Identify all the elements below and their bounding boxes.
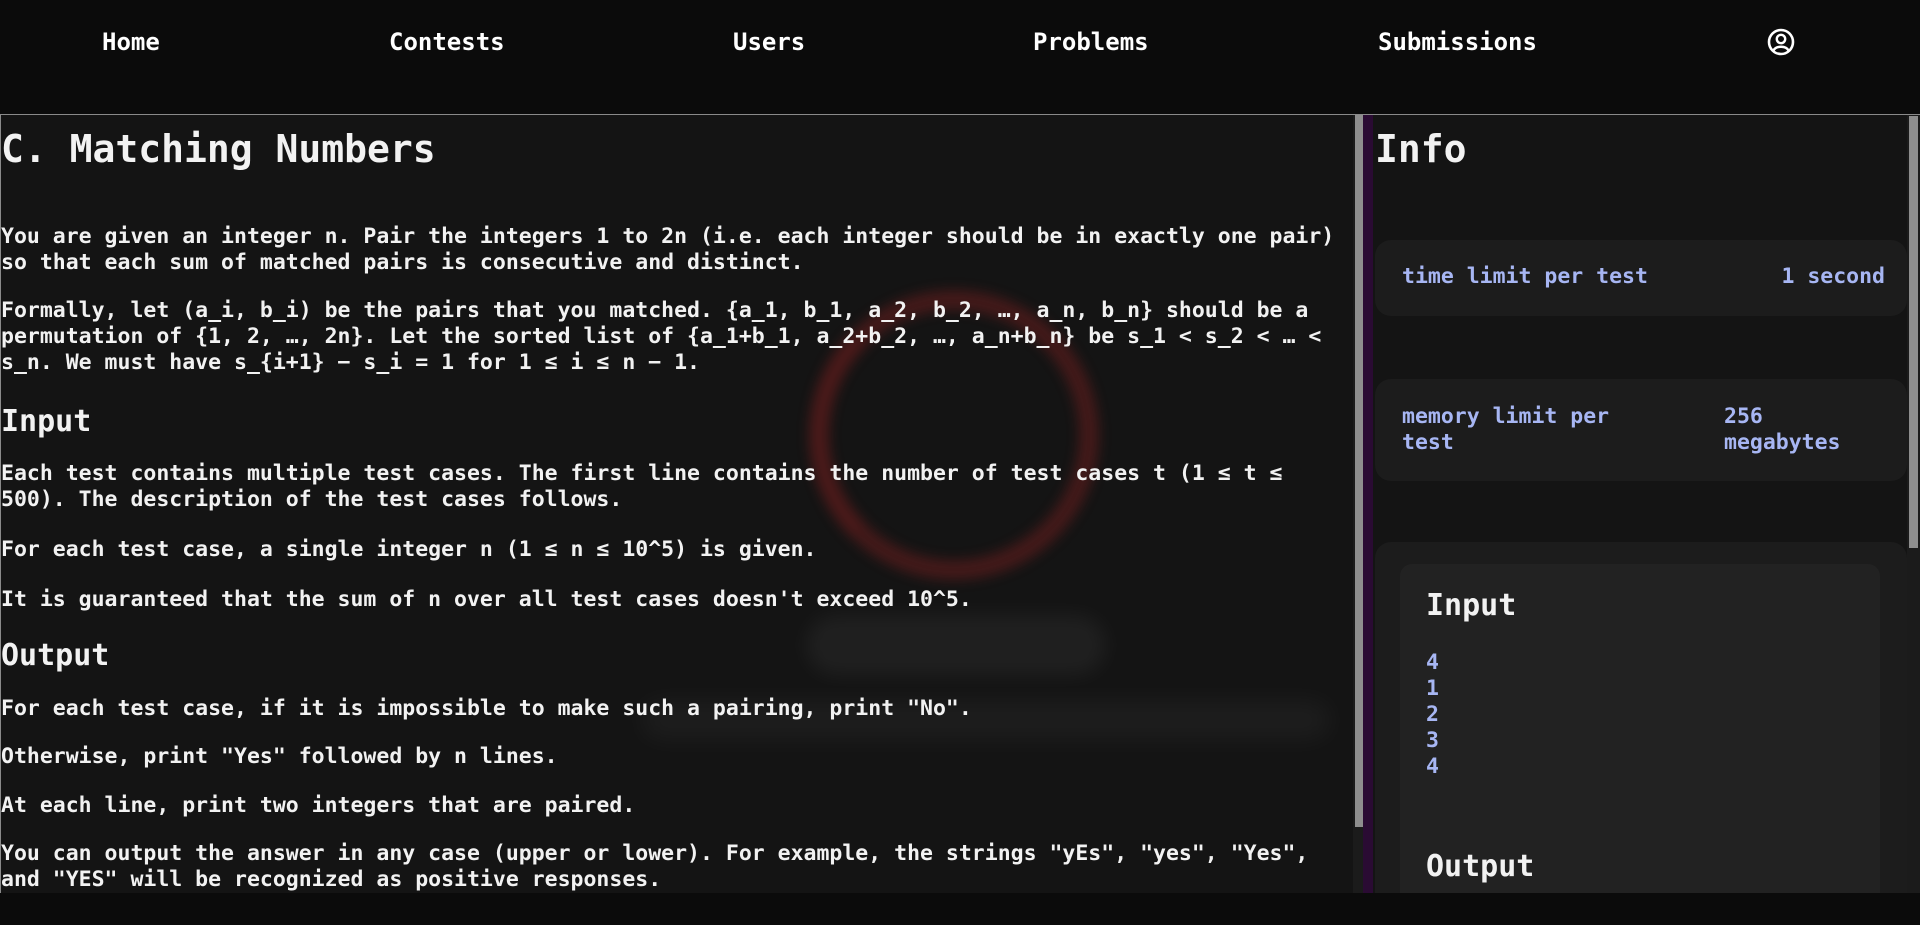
input-para-1: Each test contains multiple test cases. … — [1, 461, 1283, 512]
nav-home[interactable]: Home — [102, 26, 160, 58]
example-input-line: 4 — [1426, 650, 1439, 675]
output-para-1: For each test case, if it is impossible … — [1, 696, 972, 721]
top-nav: Home Contests Users Problems Submissions — [0, 0, 1920, 114]
examples-panel: Input 4 1 2 3 4 Output — [1375, 542, 1907, 893]
user-circle-icon[interactable] — [1766, 27, 1796, 57]
info-scrollbar-thumb[interactable] — [1909, 116, 1918, 548]
watermark-blur — [806, 615, 1106, 675]
nav-problems[interactable]: Problems — [1033, 26, 1149, 58]
nav-submissions[interactable]: Submissions — [1378, 26, 1537, 58]
nav-contests[interactable]: Contests — [389, 26, 505, 58]
output-para-4: You can output the answer in any case (u… — [1, 841, 1309, 892]
memory-limit-card: memory limit per test 256 megabytes — [1375, 379, 1907, 481]
input-para-3: It is guaranteed that the sum of n over … — [1, 587, 972, 612]
time-limit-card: time limit per test 1 second — [1375, 240, 1907, 316]
info-title: Info — [1375, 127, 1467, 171]
output-para-2: Otherwise, print "Yes" followed by n lin… — [1, 744, 558, 769]
time-limit-value: 1 second — [1781, 264, 1885, 289]
statement-para-1: You are given an integer n. Pair the int… — [1, 224, 1335, 275]
output-heading: Output — [1, 638, 110, 673]
example-input-line: 4 — [1426, 754, 1439, 779]
info-panel: Info time limit per test 1 second memory… — [1373, 115, 1907, 893]
info-accent-bar — [1363, 115, 1373, 893]
example-input-heading: Input — [1426, 588, 1517, 623]
input-para-2: For each test case, a single integer n (… — [1, 537, 817, 562]
statement-scrollbar-thumb[interactable] — [1355, 115, 1363, 827]
problem-statement: C. Matching Numbers You are given an int… — [1, 115, 1353, 893]
time-limit-label: time limit per test — [1402, 264, 1648, 289]
example-input-line: 3 — [1426, 728, 1439, 753]
bottom-strip — [0, 893, 1920, 925]
example-output-heading: Output — [1426, 849, 1535, 884]
example-input-line: 2 — [1426, 702, 1439, 727]
nav-users[interactable]: Users — [733, 26, 805, 58]
example-box: Input 4 1 2 3 4 Output — [1400, 564, 1880, 893]
example-input-line: 1 — [1426, 676, 1439, 701]
problem-title: C. Matching Numbers — [1, 127, 436, 171]
example-input[interactable]: 4 1 2 3 4 — [1426, 650, 1439, 780]
memory-limit-value: 256 megabytes — [1724, 404, 1841, 455]
memory-limit-label: memory limit per test — [1402, 404, 1610, 455]
statement-para-2: Formally, let (a_i, b_i) be the pairs th… — [1, 298, 1322, 375]
input-heading: Input — [1, 404, 92, 439]
output-para-3: At each line, print two integers that ar… — [1, 793, 636, 818]
